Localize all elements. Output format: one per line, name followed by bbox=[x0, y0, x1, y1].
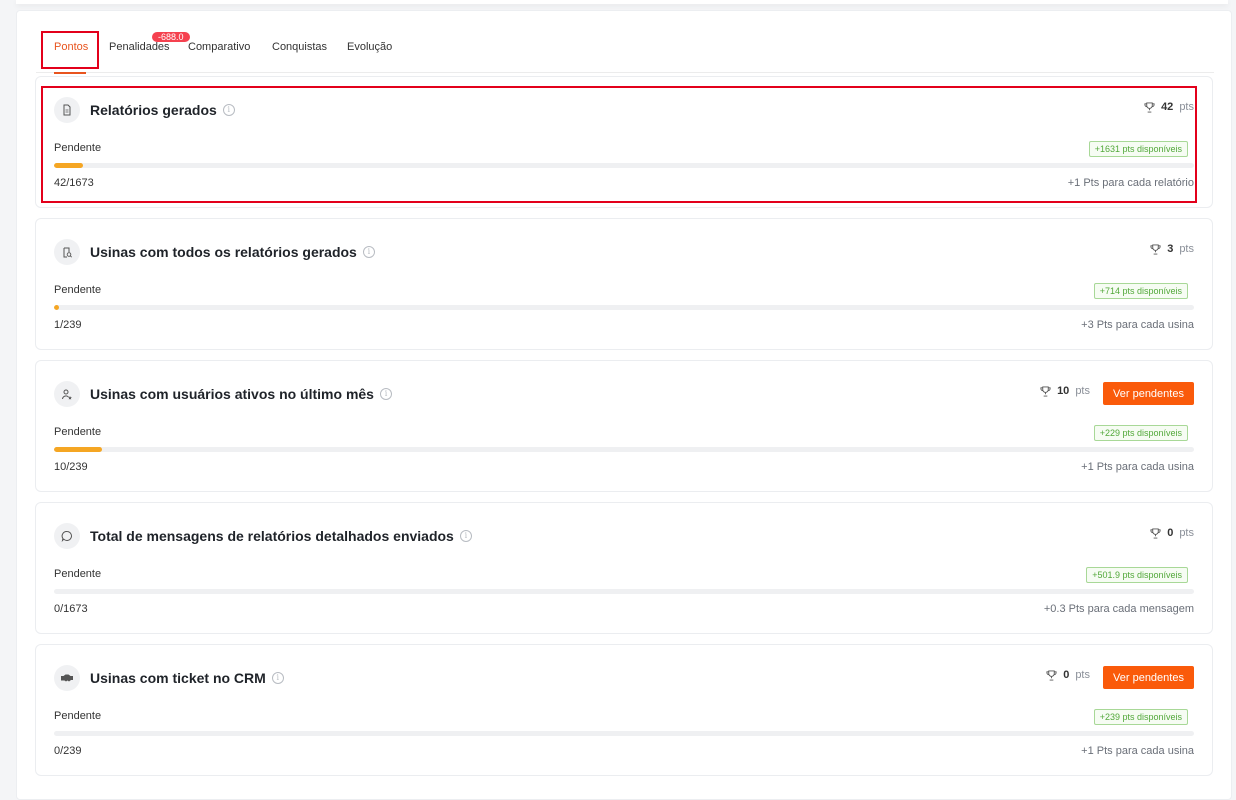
card-title: Usinas com ticket no CRM i bbox=[90, 670, 284, 686]
points-value: 0 bbox=[1063, 669, 1070, 681]
points-value: 42 bbox=[1161, 101, 1174, 113]
points-value: 10 bbox=[1057, 385, 1070, 397]
status-text: Pendente bbox=[54, 142, 102, 154]
document-icon bbox=[54, 97, 80, 123]
status-text: Pendente bbox=[54, 568, 102, 580]
ver-pendentes-button[interactable]: Ver pendentes bbox=[1103, 382, 1194, 405]
trophy-icon bbox=[1040, 385, 1051, 397]
message-icon bbox=[54, 523, 80, 549]
user-icon bbox=[54, 381, 80, 407]
top-bar bbox=[16, 0, 1228, 4]
points-display: 0 pts bbox=[1150, 527, 1194, 539]
card-title: Usinas com todos os relatórios gerados i bbox=[90, 244, 375, 260]
tab-bar: Pontos Penalidades -688.0 Comparativo Co… bbox=[36, 31, 1214, 74]
card-total-mensagens: Total de mensagens de relatórios detalha… bbox=[35, 502, 1213, 634]
penalidades-badge: -688.0 bbox=[152, 32, 190, 42]
tab-conquistas[interactable]: Conquistas bbox=[272, 41, 327, 53]
card-relatorios-gerados: Relatórios gerados i 42 pts Pendente +16… bbox=[35, 76, 1213, 208]
tab-pontos[interactable]: Pontos bbox=[54, 41, 88, 53]
trophy-icon bbox=[1046, 669, 1057, 681]
info-icon[interactable]: i bbox=[271, 672, 284, 684]
points-unit: pts bbox=[1075, 669, 1090, 681]
info-icon[interactable]: i bbox=[222, 104, 235, 116]
card-title: Relatórios gerados i bbox=[90, 102, 235, 118]
available-points-badge: +239 pts disponíveis bbox=[1093, 709, 1188, 725]
status-text: Pendente bbox=[54, 426, 102, 438]
points-display: 42 pts bbox=[1144, 101, 1194, 113]
points-display: 10 pts bbox=[1040, 385, 1090, 397]
card-usinas-relatorios: Usinas com todos os relatórios gerados i… bbox=[35, 218, 1213, 350]
progress-count: 10/239 bbox=[54, 461, 88, 473]
available-points-badge: +1631 pts disponíveis bbox=[1088, 141, 1188, 157]
progress-fill bbox=[54, 447, 102, 452]
progress-bar bbox=[54, 163, 1194, 168]
card-title: Total de mensagens de relatórios detalha… bbox=[90, 528, 472, 544]
points-rule: +0.3 Pts para cada mensagem bbox=[1043, 603, 1194, 615]
points-rule: +1 Pts para cada usina bbox=[1081, 461, 1194, 473]
points-unit: pts bbox=[1075, 385, 1090, 397]
points-unit: pts bbox=[1179, 101, 1194, 113]
tab-penalidades[interactable]: Penalidades bbox=[109, 41, 170, 53]
card-title-text: Usinas com ticket no CRM bbox=[90, 670, 266, 686]
points-panel: Pontos Penalidades -688.0 Comparativo Co… bbox=[16, 10, 1232, 800]
tab-comparativo[interactable]: Comparativo bbox=[188, 41, 250, 53]
available-points-badge: +501.9 pts disponíveis bbox=[1086, 567, 1188, 583]
progress-bar bbox=[54, 447, 1194, 452]
trophy-icon bbox=[1144, 101, 1155, 113]
info-icon[interactable]: i bbox=[362, 246, 375, 258]
points-rule: +1 Pts para cada usina bbox=[1081, 745, 1194, 757]
progress-count: 0/1673 bbox=[54, 603, 88, 615]
points-rule: +3 Pts para cada usina bbox=[1081, 319, 1194, 331]
tab-evolucao[interactable]: Evolução bbox=[347, 41, 392, 53]
progress-bar bbox=[54, 589, 1194, 594]
card-title-text: Usinas com todos os relatórios gerados bbox=[90, 244, 357, 260]
status-text: Pendente bbox=[54, 284, 102, 296]
active-tab-underline bbox=[54, 72, 86, 74]
card-usinas-usuarios-ativos: Usinas com usuários ativos no último mês… bbox=[35, 360, 1213, 492]
points-display: 0 pts bbox=[1046, 669, 1090, 681]
status-text: Pendente bbox=[54, 710, 102, 722]
info-icon[interactable]: i bbox=[459, 530, 472, 542]
points-display: 3 pts bbox=[1150, 243, 1194, 255]
trophy-icon bbox=[1150, 243, 1161, 255]
handshake-icon bbox=[54, 665, 80, 691]
card-title: Usinas com usuários ativos no último mês… bbox=[90, 386, 392, 402]
progress-fill bbox=[54, 305, 59, 310]
card-usinas-ticket-crm: Usinas com ticket no CRM i 0 pts Ver pen… bbox=[35, 644, 1213, 776]
progress-count: 42/1673 bbox=[54, 177, 94, 189]
progress-bar bbox=[54, 731, 1194, 736]
card-title-text: Total de mensagens de relatórios detalha… bbox=[90, 528, 454, 544]
available-points-badge: +229 pts disponíveis bbox=[1093, 425, 1188, 441]
points-unit: pts bbox=[1179, 243, 1194, 255]
progress-bar bbox=[54, 305, 1194, 310]
points-value: 3 bbox=[1167, 243, 1174, 255]
card-title-text: Usinas com usuários ativos no último mês bbox=[90, 386, 374, 402]
info-icon[interactable]: i bbox=[379, 388, 392, 400]
points-unit: pts bbox=[1179, 527, 1194, 539]
report-check-icon bbox=[54, 239, 80, 265]
progress-count: 0/239 bbox=[54, 745, 82, 757]
card-title-text: Relatórios gerados bbox=[90, 102, 217, 118]
points-rule: +1 Pts para cada relatório bbox=[1067, 177, 1194, 189]
trophy-icon bbox=[1150, 527, 1161, 539]
progress-fill bbox=[54, 163, 83, 168]
progress-count: 1/239 bbox=[54, 319, 82, 331]
ver-pendentes-button[interactable]: Ver pendentes bbox=[1103, 666, 1194, 689]
points-value: 0 bbox=[1167, 527, 1174, 539]
available-points-badge: +714 pts disponíveis bbox=[1093, 283, 1188, 299]
